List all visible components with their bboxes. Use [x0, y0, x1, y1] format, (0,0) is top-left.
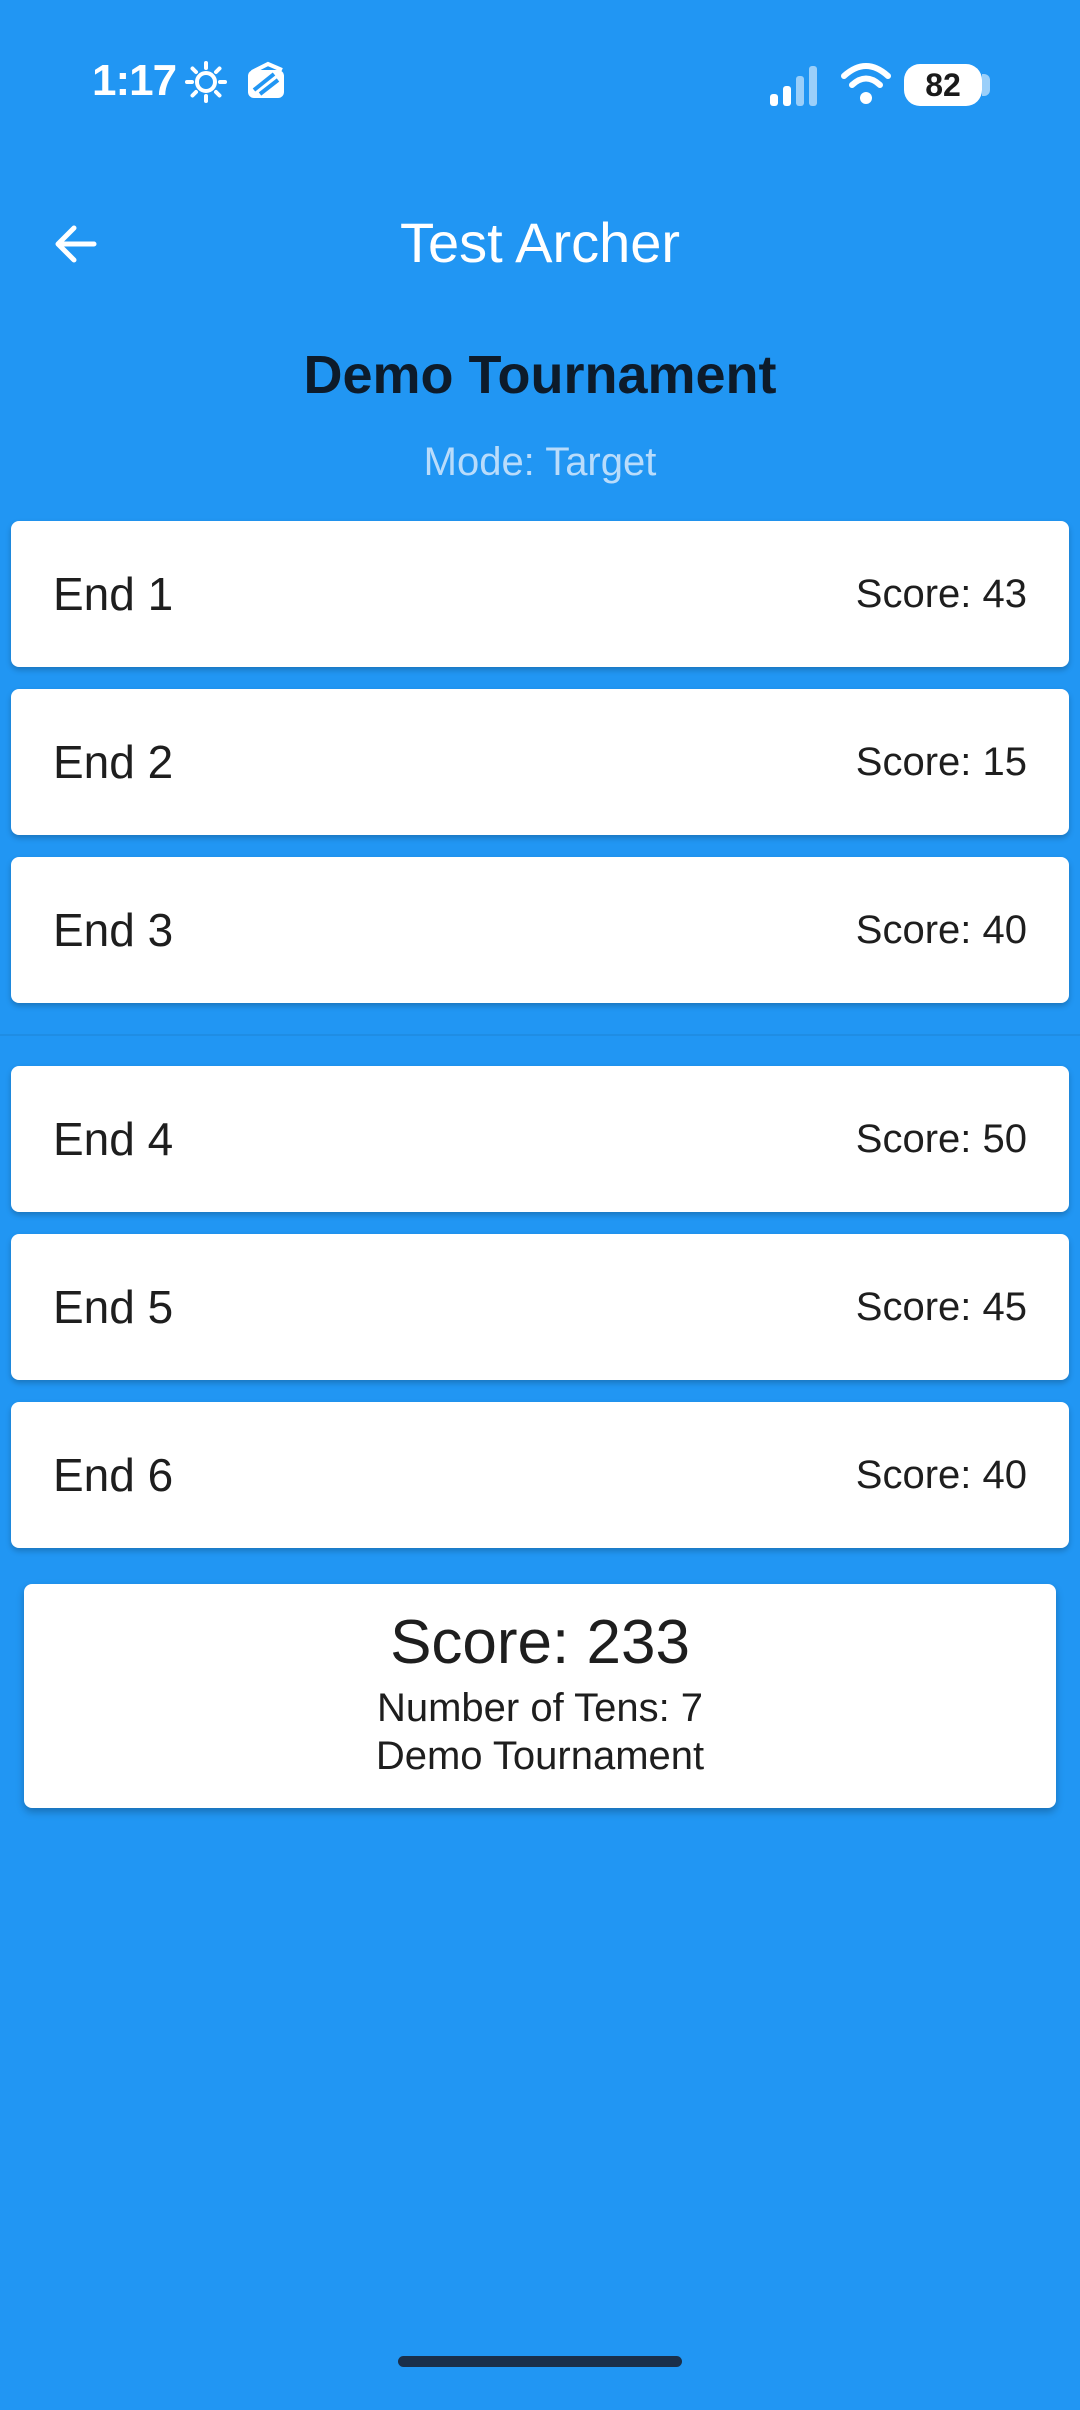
- end-card-5[interactable]: End 5 Score: 45: [11, 1234, 1069, 1380]
- end-score: Score: 40: [855, 1452, 1027, 1497]
- battery-icon: 82: [904, 64, 982, 106]
- end-score: Score: 15: [855, 739, 1027, 784]
- end-score: Score: 50: [855, 1116, 1027, 1161]
- wifi-icon: [840, 60, 892, 111]
- page-title: Test Archer: [399, 211, 681, 274]
- end-label: End 4: [53, 1113, 174, 1165]
- end-card-6[interactable]: End 6 Score: 40: [11, 1402, 1069, 1548]
- signal-icon: [768, 62, 820, 113]
- brightness-icon: [184, 60, 228, 109]
- end-card-2[interactable]: End 2 Score: 15: [11, 689, 1069, 835]
- end-score: Score: 43: [855, 571, 1027, 616]
- end-label: End 1: [53, 568, 174, 620]
- end-label: End 2: [53, 736, 174, 788]
- end-score: Score: 45: [855, 1284, 1027, 1329]
- end-card-4[interactable]: End 4 Score: 50: [11, 1066, 1069, 1212]
- end-card-3[interactable]: End 3 Score: 40: [11, 857, 1069, 1003]
- end-label: End 6: [53, 1449, 174, 1501]
- end-label: End 3: [53, 904, 174, 956]
- home-indicator[interactable]: [398, 2356, 682, 2367]
- summary-card: Score: 233 Number of Tens: 7 Demo Tourna…: [24, 1584, 1056, 1808]
- app-bar: Test Archer: [0, 170, 1080, 320]
- battery-tip: [982, 74, 990, 96]
- end-card-1[interactable]: End 1 Score: 43: [11, 521, 1069, 667]
- section-divider: [0, 1034, 1080, 1036]
- status-time: 1:17: [92, 56, 177, 105]
- end-score: Score: 40: [855, 907, 1027, 952]
- mode-label: Mode: Target: [423, 440, 657, 484]
- tournament-title: Demo Tournament: [303, 345, 777, 405]
- stack-app-icon: [244, 60, 288, 109]
- tens-count: Number of Tens: 7: [376, 1686, 704, 1730]
- status-bar: 1:17 82: [0, 0, 1080, 170]
- end-label: End 5: [53, 1281, 174, 1333]
- summary-tournament-name: Demo Tournament: [375, 1734, 705, 1778]
- total-score: Score: 233: [390, 1608, 690, 1677]
